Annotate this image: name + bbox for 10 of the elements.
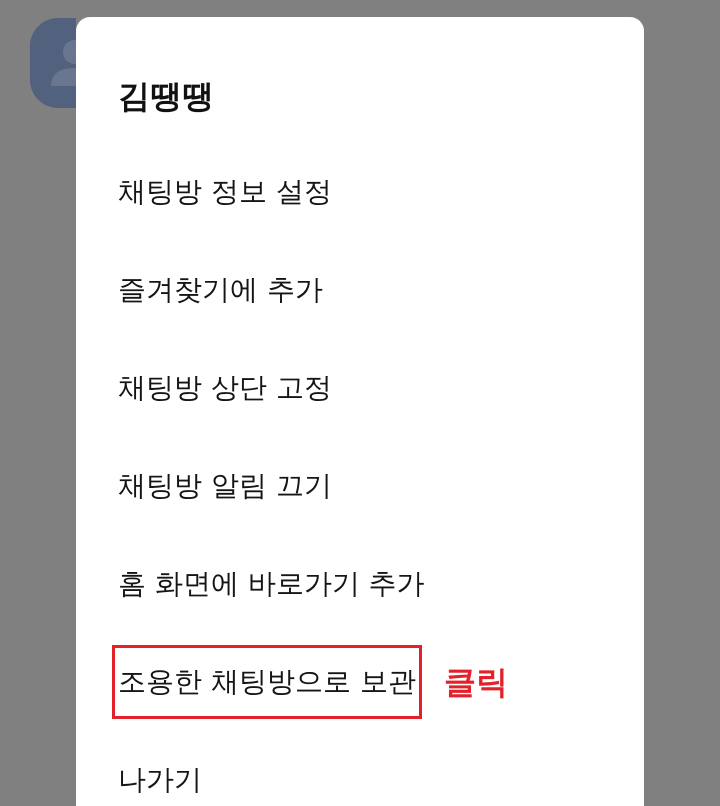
menu-item[interactable]: 홈 화면에 바로가기 추가 — [118, 567, 425, 601]
menu-item[interactable]: 채팅방 상단 고정 — [118, 371, 332, 405]
menu-item[interactable]: 채팅방 알림 끄기 — [118, 469, 332, 503]
menu-item[interactable]: 즐겨찾기에 추가 — [118, 273, 323, 307]
menu-item[interactable]: 나가기 — [118, 763, 202, 797]
menu-item[interactable]: 채팅방 정보 설정 — [118, 175, 332, 209]
click-annotation: 클릭 — [444, 662, 508, 703]
menu-item[interactable]: 조용한 채팅방으로 보관 — [118, 665, 416, 699]
dialog-title: 김땡땡 — [118, 78, 214, 114]
avatar-icon — [30, 18, 76, 108]
